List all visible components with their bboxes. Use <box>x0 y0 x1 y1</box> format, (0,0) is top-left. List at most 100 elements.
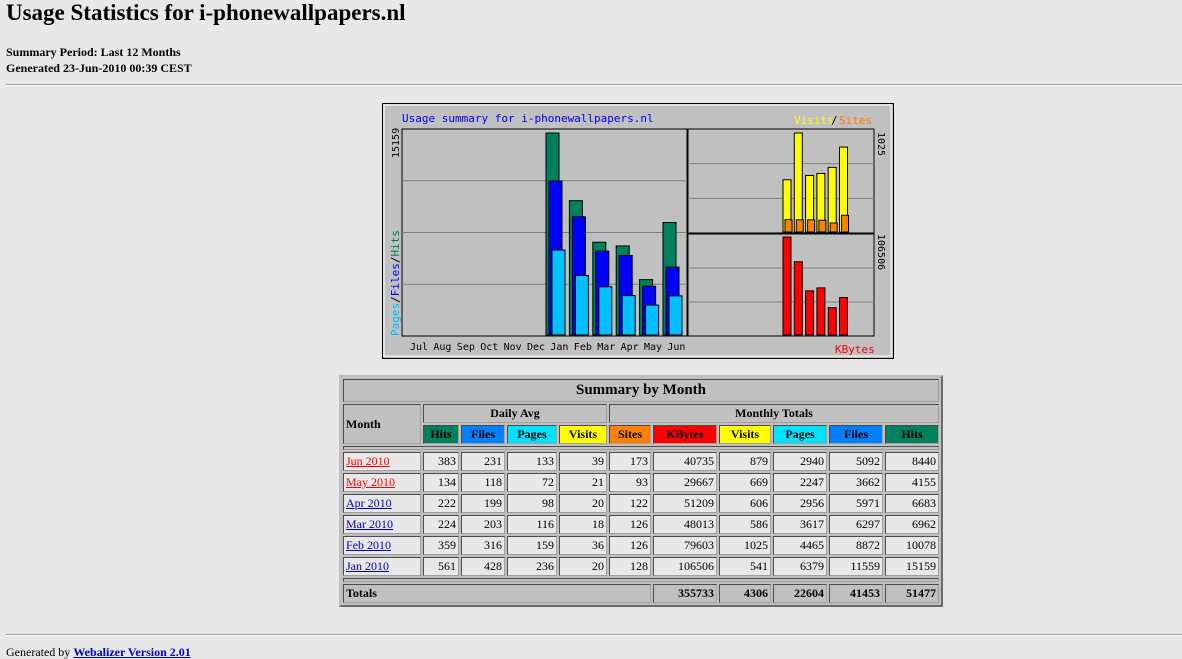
month-tick-label: Oct <box>480 342 498 353</box>
month-link-may-2010[interactable]: May 2010 <box>346 475 395 489</box>
table-row: Jan 2010 561 428 236 20 128 106506 541 6379 11559… <box>343 557 939 576</box>
daily-avg-header: Daily Avg <box>423 404 607 423</box>
value-cell: 6379 <box>773 557 827 576</box>
visits-axis-max: 1025 <box>875 132 886 156</box>
table-row: Apr 2010 222 199 98 20 122 51209 606 2956 5971 668… <box>343 494 939 513</box>
generated-date: Generated 23-Jun-2010 00:39 CEST <box>6 61 192 75</box>
month-column-header: Month <box>343 404 421 444</box>
kbytes-legend: KBytes <box>835 343 875 356</box>
value-cell: 118 <box>461 473 505 492</box>
value-cell: 116 <box>507 515 557 534</box>
month-link-jun-2010[interactable]: Jun 2010 <box>346 454 390 468</box>
value-cell: 36 <box>559 536 607 555</box>
group-header-row: Month Daily Avg Monthly Totals <box>343 404 939 444</box>
value-cell: 5971 <box>829 494 883 513</box>
month-link-jan-2010[interactable]: Jan 2010 <box>346 559 389 573</box>
daily-pages-header: Pages <box>507 425 557 444</box>
value-cell: 879 <box>719 452 771 471</box>
totals-row: Totals 355733 4306 22604 41453 51477 <box>343 584 939 603</box>
value-cell: 2940 <box>773 452 827 471</box>
page-title: Usage Statistics for i-phonewallpapers.n… <box>6 0 406 25</box>
month-link-mar-2010[interactable]: Mar 2010 <box>346 517 393 531</box>
month-tick-label: Dec <box>527 342 545 353</box>
totals-label: Totals <box>343 584 651 603</box>
value-cell: 231 <box>461 452 505 471</box>
monthly-files-header: Files <box>829 425 883 444</box>
month-link-feb-2010[interactable]: Feb 2010 <box>346 538 391 552</box>
value-cell: 428 <box>461 557 505 576</box>
bar-visits-feb <box>793 132 803 233</box>
month-cell: Mar 2010 <box>343 515 421 534</box>
value-cell: 222 <box>423 494 459 513</box>
table-row: May 2010 134 118 72 21 93 29667 669 2247 3662 4155 <box>343 473 939 492</box>
value-cell: 6297 <box>829 515 883 534</box>
separator-row <box>343 578 939 582</box>
value-cell: 21 <box>559 473 607 492</box>
value-cell: 126 <box>609 515 651 534</box>
bar-sites-apr <box>818 219 827 233</box>
bar-pages-mar <box>598 286 613 336</box>
value-cell: 224 <box>423 515 459 534</box>
month-tick-label: Nov <box>504 342 522 353</box>
axis-label-part: Pages <box>389 303 402 336</box>
value-cell: 15159 <box>885 557 939 576</box>
axis-label-part: Hits <box>389 230 402 257</box>
daily-hits-header: Hits <box>423 425 459 444</box>
usage-summary-chart: Usage summary for i-phonewallpapers.nl Vi… <box>382 103 894 359</box>
column-header-row: Hits Files Pages Visits Sites KBytes Visits Pag… <box>343 425 939 444</box>
month-tick-label: Jun <box>667 342 685 353</box>
month-tick-label: Mar <box>597 342 615 353</box>
value-cell: 3617 <box>773 515 827 534</box>
axis-label-part: / <box>389 257 402 264</box>
value-cell: 39 <box>559 452 607 471</box>
value-cell: 29667 <box>653 473 717 492</box>
monthly-visits-header: Visits <box>719 425 771 444</box>
value-cell: 126 <box>609 536 651 555</box>
month-cell: Feb 2010 <box>343 536 421 555</box>
separator-row <box>343 446 939 450</box>
bar-pages-feb <box>574 275 589 336</box>
bar-kbytes-feb <box>793 261 803 336</box>
table-separator <box>343 578 939 582</box>
month-tick-label: Jul <box>410 342 428 353</box>
value-cell: 383 <box>423 452 459 471</box>
visits-legend: Visits <box>794 114 834 127</box>
sites-legend: Sites <box>839 114 872 127</box>
value-cell: 199 <box>461 494 505 513</box>
top-divider <box>6 84 1182 86</box>
value-cell: 134 <box>423 473 459 492</box>
axis-label-part: Files <box>389 263 402 296</box>
value-cell: 359 <box>423 536 459 555</box>
value-cell: 133 <box>507 452 557 471</box>
usage-summary-chart-svg: Usage summary for i-phonewallpapers.nl Vi… <box>383 104 892 357</box>
value-cell: 159 <box>507 536 557 555</box>
value-cell: 586 <box>719 515 771 534</box>
month-tick-label: Aug <box>433 342 451 353</box>
bar-pages-apr <box>621 295 636 336</box>
footer-prefix: Generated by <box>6 645 74 659</box>
total-value: 4306 <box>719 584 771 603</box>
month-tick-label: Apr <box>621 342 639 353</box>
value-cell: 4155 <box>885 473 939 492</box>
value-cell: 316 <box>461 536 505 555</box>
kbytes-axis-max: 106506 <box>875 234 886 270</box>
month-link-apr-2010[interactable]: Apr 2010 <box>346 496 392 510</box>
value-cell: 79603 <box>653 536 717 555</box>
month-tick-label: Jan <box>550 342 568 353</box>
bar-sites-may <box>829 222 838 233</box>
value-cell: 18 <box>559 515 607 534</box>
bar-pages-may <box>645 304 660 336</box>
total-value: 355733 <box>653 584 717 603</box>
hits-axis-max: 15159 <box>391 128 402 158</box>
value-cell: 72 <box>507 473 557 492</box>
value-cell: 606 <box>719 494 771 513</box>
summary-period: Summary Period: Last 12 Months <box>6 45 181 59</box>
bar-sites-jun <box>841 214 849 233</box>
value-cell: 128 <box>609 557 651 576</box>
value-cell: 98 <box>507 494 557 513</box>
value-cell: 10078 <box>885 536 939 555</box>
webalizer-link[interactable]: Webalizer Version 2.01 <box>73 645 190 659</box>
caption-row: Summary by Month <box>343 379 939 402</box>
report-meta: Summary Period: Last 12 Months Generated… <box>6 44 192 76</box>
table-row: Feb 2010 359 316 159 36 126 79603 1025 4465 8872 1… <box>343 536 939 555</box>
